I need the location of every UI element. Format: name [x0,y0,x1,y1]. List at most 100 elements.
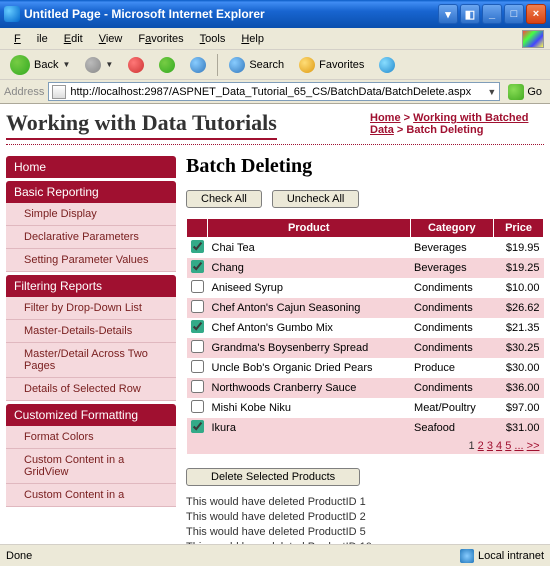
menu-help[interactable]: Help [233,31,272,47]
menu-tools[interactable]: Tools [192,31,234,47]
page-title: Batch Deleting [186,155,544,178]
home-button[interactable] [184,54,212,76]
cell-price: $97.00 [494,398,544,418]
pager-link[interactable]: 3 [487,440,493,452]
check-all-button[interactable]: Check All [186,190,262,208]
address-field[interactable]: ▼ [48,82,500,101]
favorites-button[interactable]: Favorites [293,54,370,76]
row-checkbox[interactable] [191,260,204,273]
cell-price: $21.35 [494,318,544,338]
chevron-down-icon: ▼ [105,60,113,69]
row-checkbox[interactable] [191,420,204,433]
close-button[interactable]: × [526,4,546,24]
go-icon [508,84,524,100]
separator [217,54,218,76]
pager-link[interactable]: 5 [505,440,511,452]
cell-price: $19.25 [494,258,544,278]
pager-link[interactable]: 2 [478,440,484,452]
minimize-button[interactable]: _ [482,4,502,24]
cell-product: Aniseed Syrup [208,278,411,298]
back-button[interactable]: Back ▼ [4,52,76,78]
products-grid: Product Category Price Chai TeaBeverages… [186,218,544,454]
media-icon [379,57,395,73]
win-extra-button-1[interactable]: ▾ [438,4,458,24]
cell-category: Condiments [410,318,494,338]
cell-price: $26.62 [494,298,544,318]
cell-category: Beverages [410,238,494,259]
cell-category: Condiments [410,338,494,358]
sidebar-item-custom-gv[interactable]: Custom Content in a GridView [6,449,176,484]
row-checkbox[interactable] [191,400,204,413]
crumb-home[interactable]: Home [370,112,401,124]
cell-category: Condiments [410,378,494,398]
forward-icon [85,57,101,73]
pager-current: 1 [468,440,474,452]
nav-customized-formatting[interactable]: Customized Formatting [6,404,176,426]
sidebar-item-setting-param[interactable]: Setting Parameter Values [6,249,176,272]
cell-product: Uncle Bob's Organic Dried Pears [208,358,411,378]
search-button[interactable]: Search [223,54,290,76]
stop-icon [128,57,144,73]
result-messages: This would have deleted ProductID 1 This … [186,496,544,544]
row-checkbox[interactable] [191,280,204,293]
chevron-down-icon: ▼ [62,60,70,69]
menu-edit[interactable]: Edit [56,31,91,47]
go-button[interactable]: Go [504,82,546,102]
th-category: Category [410,219,494,238]
nav-basic-reporting[interactable]: Basic Reporting [6,181,176,203]
search-label: Search [249,59,284,71]
row-checkbox[interactable] [191,340,204,353]
cell-product: Grandma's Boysenberry Spread [208,338,411,358]
media-button[interactable] [373,54,401,76]
menu-view[interactable]: View [91,31,131,47]
result-message: This would have deleted ProductID 1 [186,496,544,508]
th-price: Price [494,219,544,238]
pager: 1 2 3 4 5 ... >> [187,438,544,454]
table-row: Uncle Bob's Organic Dried PearsProduce$3… [187,358,544,378]
row-checkbox[interactable] [191,300,204,313]
row-checkbox[interactable] [191,320,204,333]
pager-link[interactable]: ... [514,440,523,452]
sidebar-item-format-colors[interactable]: Format Colors [6,426,176,449]
pager-link[interactable]: >> [527,440,540,452]
maximize-button[interactable]: □ [504,4,524,24]
stop-button[interactable] [122,54,150,76]
address-input[interactable] [70,86,483,98]
row-checkbox[interactable] [191,360,204,373]
chevron-down-icon[interactable]: ▼ [487,87,496,97]
forward-button[interactable]: ▼ [79,54,119,76]
sidebar-item-custom-partial[interactable]: Custom Content in a [6,484,176,507]
uncheck-all-button[interactable]: Uncheck All [272,190,359,208]
refresh-button[interactable] [153,54,181,76]
table-row: Grandma's Boysenberry SpreadCondiments$3… [187,338,544,358]
result-message: This would have deleted ProductID 10 [186,541,544,544]
page-content: Working with Data Tutorials Home > Worki… [0,104,550,544]
sidebar-item-master-detail-two[interactable]: Master/Detail Across Two Pages [6,343,176,378]
menu-file[interactable]: File [6,31,56,47]
row-checkbox[interactable] [191,240,204,253]
search-icon [229,57,245,73]
win-extra-button-2[interactable]: ◧ [460,4,480,24]
cell-product: Chang [208,258,411,278]
window-title: Untitled Page - Microsoft Internet Explo… [24,7,438,21]
nav-filtering-reports[interactable]: Filtering Reports [6,275,176,297]
menu-favorites[interactable]: Favorites [130,31,191,47]
result-message: This would have deleted ProductID 5 [186,526,544,538]
sidebar-item-details-selected[interactable]: Details of Selected Row [6,378,176,401]
delete-selected-button[interactable]: Delete Selected Products [186,468,360,486]
back-label: Back [34,59,58,71]
cell-price: $10.00 [494,278,544,298]
status-text: Done [6,550,32,562]
nav-home[interactable]: Home [6,156,176,178]
sidebar-item-declarative-params[interactable]: Declarative Parameters [6,226,176,249]
sidebar-item-master-details[interactable]: Master-Details-Details [6,320,176,343]
cell-product: Chef Anton's Cajun Seasoning [208,298,411,318]
sidebar-item-simple-display[interactable]: Simple Display [6,203,176,226]
th-check [187,219,208,238]
refresh-icon [159,57,175,73]
pager-link[interactable]: 4 [496,440,502,452]
sidebar-item-filter-ddl[interactable]: Filter by Drop-Down List [6,297,176,320]
sidebar: Home Basic Reporting Simple Display Decl… [6,153,176,544]
row-checkbox[interactable] [191,380,204,393]
ie-icon [4,6,20,22]
